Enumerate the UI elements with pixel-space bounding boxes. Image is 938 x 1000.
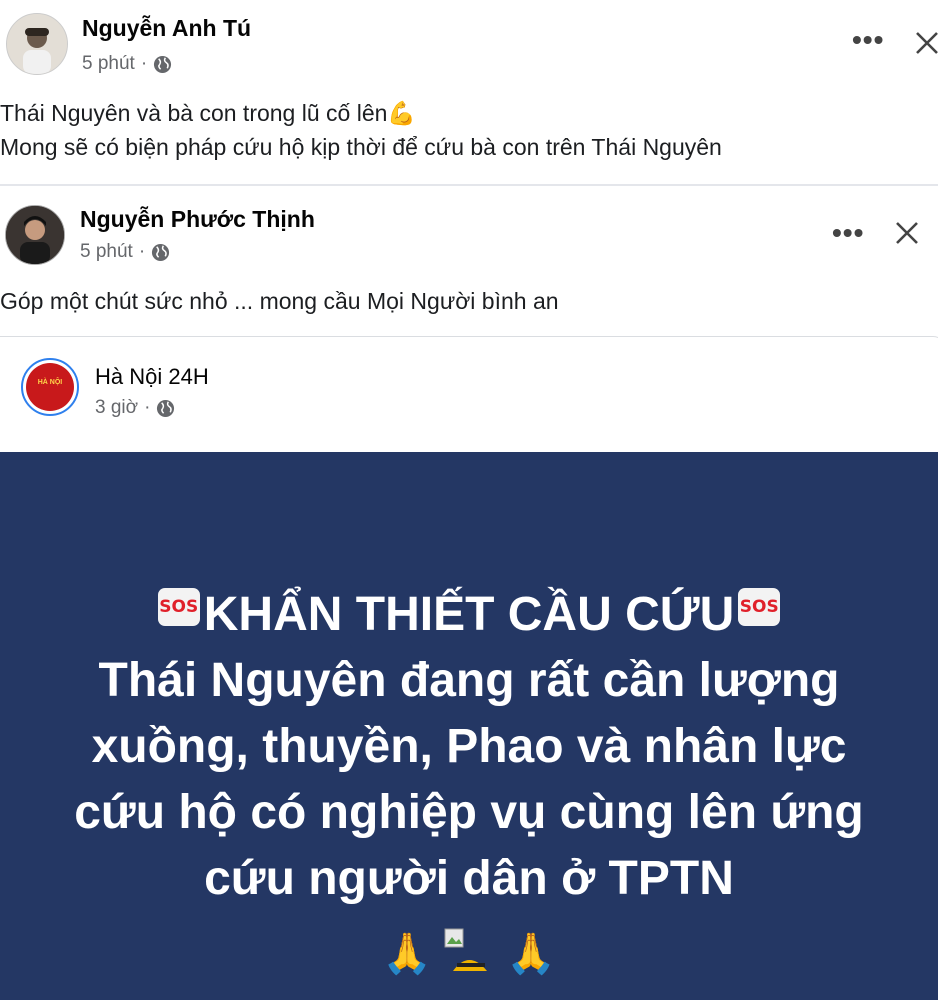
post-nguyen-anh-tu: Nguyễn Anh Tú 5 phút · ••• Thái Nguyên v… xyxy=(0,0,938,186)
separator: · xyxy=(140,53,148,74)
banner-heading-text: KHẨN THIẾT CẦU CỨU xyxy=(203,588,735,641)
separator: · xyxy=(138,241,146,262)
separator: · xyxy=(144,397,151,418)
globe-icon xyxy=(157,399,175,417)
post-meta: 5 phút · xyxy=(80,241,170,263)
author-name[interactable]: Nguyễn Anh Tú xyxy=(82,15,251,42)
banner-line-2: Thái Nguyên đang rất cần lượng xyxy=(98,654,840,707)
avatar[interactable] xyxy=(5,205,65,265)
post-text-line-1: Góp một chút sức nhỏ ... mong cầu Mọi Ng… xyxy=(0,288,559,314)
globe-icon xyxy=(152,243,170,261)
page-avatar-text: HÀ NỘI xyxy=(37,379,63,386)
avatar-photo xyxy=(7,14,67,74)
banner-heading: SOS KHẨN THIẾT CẦU CỨU SOS xyxy=(0,582,938,648)
more-options-button[interactable]: ••• xyxy=(852,26,884,54)
post-meta: 5 phút · xyxy=(82,53,172,75)
post-time[interactable]: 5 phút xyxy=(80,241,133,263)
globe-icon xyxy=(154,55,172,73)
post-image-banner[interactable]: SOS KHẨN THIẾT CẦU CỨU SOS Thái Nguyên đan… xyxy=(0,452,938,1000)
more-options-button[interactable]: ••• xyxy=(832,219,864,247)
post-meta: 3 giờ · xyxy=(95,397,175,419)
praying-hands-icon: 🙏 xyxy=(506,931,556,977)
sos-icon: SOS xyxy=(157,588,200,626)
post-nguyen-phuoc-thinh: Nguyễn Phước Thịnh 5 phút · ••• Góp một … xyxy=(0,186,938,336)
close-icon[interactable] xyxy=(914,30,938,56)
broken-image-icon xyxy=(443,927,495,973)
post-time[interactable]: 5 phút xyxy=(82,53,135,75)
shared-post-card[interactable]: HÀ NỘI Hà Nội 24H 3 giờ · xyxy=(0,336,938,457)
close-icon[interactable] xyxy=(894,220,920,246)
avatar[interactable] xyxy=(6,13,68,75)
page-name[interactable]: Hà Nội 24H xyxy=(95,364,209,390)
banner-text: SOS KHẨN THIẾT CẦU CỨU SOS Thái Nguyên đan… xyxy=(0,582,938,912)
post-text-line-1: Thái Nguyên và bà con trong lũ cố lên💪 xyxy=(0,100,417,126)
banner-line-4: cứu hộ có nghiệp vụ cùng lên ứng xyxy=(74,786,864,839)
page-avatar-logo: HÀ NỘI xyxy=(26,363,74,411)
sos-icon: SOS xyxy=(738,588,781,626)
avatar-photo xyxy=(6,206,64,264)
post-text-line-2: Mong sẽ có biện pháp cứu hộ kịp thời để … xyxy=(0,134,722,160)
banner-emoji-row: 🙏 🙏 xyxy=(0,927,938,979)
praying-hands-icon: 🙏 xyxy=(382,931,432,977)
page-avatar[interactable]: HÀ NỘI xyxy=(21,358,79,416)
post-time[interactable]: 3 giờ xyxy=(95,397,138,419)
author-name[interactable]: Nguyễn Phước Thịnh xyxy=(80,206,315,233)
banner-line-3: xuồng, thuyền, Phao và nhân lực xyxy=(91,720,847,773)
banner-line-5: cứu người dân ở TPTN xyxy=(204,852,734,905)
